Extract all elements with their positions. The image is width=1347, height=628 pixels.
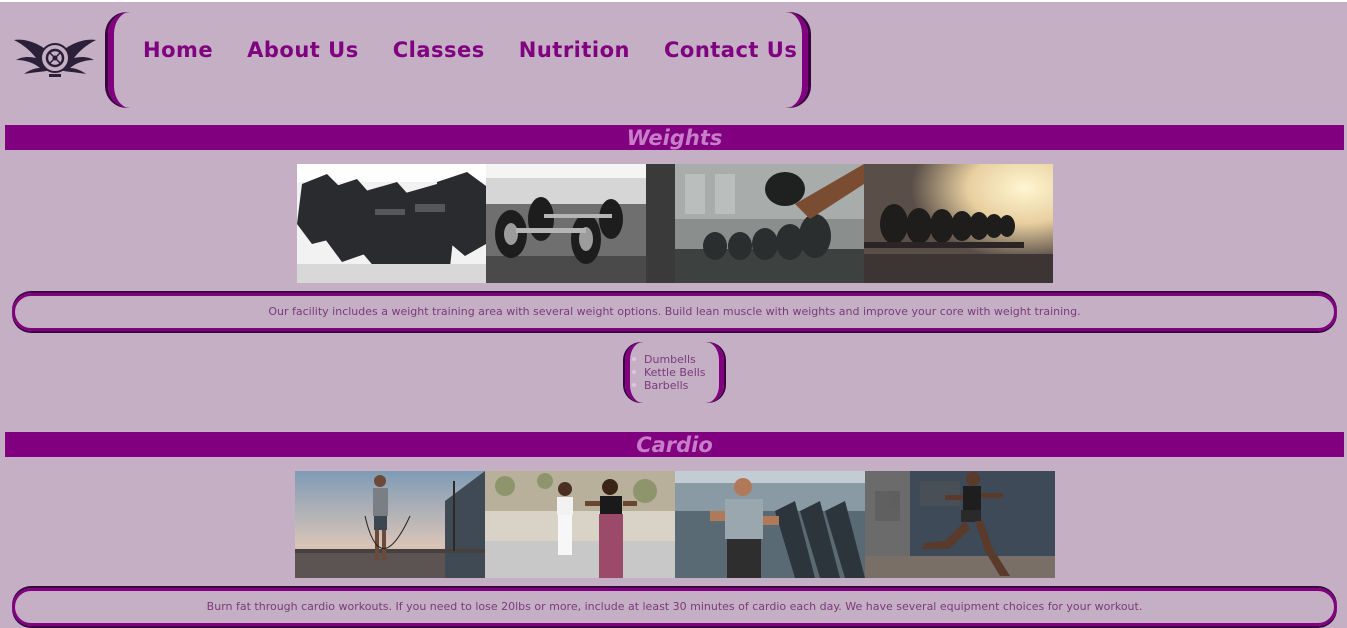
page: Home About Us Classes Nutrition Contact … <box>0 2 1347 628</box>
nav-contact-us-link[interactable]: Contact Us <box>664 38 797 62</box>
treadmill-photo <box>675 471 865 578</box>
weights-heading-bar: Weights <box>5 125 1344 150</box>
weights-description: Our facility includes a weight training … <box>268 305 1081 318</box>
nav-nutrition-link[interactable]: Nutrition <box>519 38 630 62</box>
nav-home-link[interactable]: Home <box>143 38 213 62</box>
dumbbell-pair-photo <box>486 164 675 283</box>
cardio-heading: Cardio <box>636 433 713 457</box>
cardio-heading-bar: Cardio <box>5 432 1344 457</box>
dumbbell-lift-photo <box>675 164 864 283</box>
weights-description-capsule: Our facility includes a weight training … <box>12 293 1337 331</box>
nav-classes-link[interactable]: Classes <box>393 38 485 62</box>
dumbbell-rack-sunlight-photo <box>864 164 1053 283</box>
sprinter-photo <box>865 471 1055 578</box>
winged-logo-icon[interactable] <box>12 32 98 82</box>
nav-about-us-link[interactable]: About Us <box>247 38 359 62</box>
list-item: Kettle Bells <box>632 366 706 379</box>
weights-photo-row <box>297 164 1053 283</box>
jump-rope-photo <box>295 471 485 578</box>
weights-heading: Weights <box>626 126 723 150</box>
equipment-list: Dumbells Kettle Bells Barbells <box>632 353 706 392</box>
cardio-description-capsule: Burn fat through cardio workouts. If you… <box>12 588 1337 626</box>
main-nav: Home About Us Classes Nutrition Contact … <box>143 38 797 62</box>
list-item: Dumbells <box>632 353 706 366</box>
list-item: Barbells <box>632 379 706 392</box>
equipment-list-bracket: Dumbells Kettle Bells Barbells <box>625 342 724 403</box>
cardio-description: Burn fat through cardio workouts. If you… <box>206 600 1143 613</box>
running-women-photo <box>485 471 675 578</box>
cardio-photo-row <box>295 471 1055 578</box>
hex-dumbbell-rack-photo <box>297 164 486 283</box>
